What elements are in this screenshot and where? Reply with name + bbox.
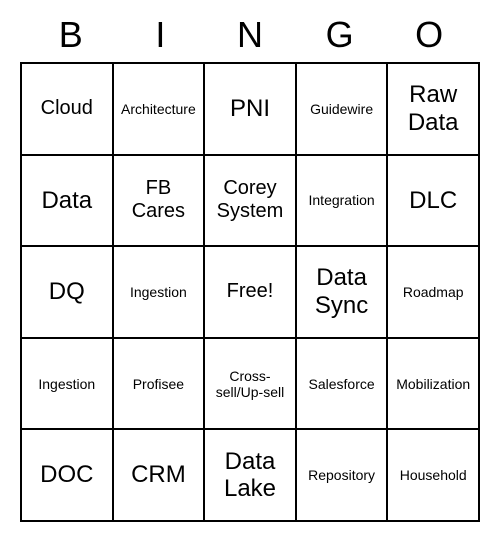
bingo-cell[interactable]: Cloud — [21, 63, 113, 155]
bingo-cell[interactable]: Ingestion — [21, 338, 113, 430]
bingo-cell[interactable]: Guidewire — [296, 63, 388, 155]
bingo-cell[interactable]: Ingestion — [113, 246, 205, 338]
bingo-cell[interactable]: Repository — [296, 429, 388, 521]
bingo-cell[interactable]: Salesforce — [296, 338, 388, 430]
bingo-cell[interactable]: Corey System — [204, 155, 296, 247]
bingo-cell[interactable]: Cross-sell/Up-sell — [204, 338, 296, 430]
header-letter-o: O — [384, 14, 474, 56]
bingo-cell[interactable]: Household — [387, 429, 479, 521]
header-letter-g: G — [295, 14, 385, 56]
bingo-cell[interactable]: DQ — [21, 246, 113, 338]
bingo-cell[interactable]: FB Cares — [113, 155, 205, 247]
bingo-cell[interactable]: DLC — [387, 155, 479, 247]
header-letter-b: B — [26, 14, 116, 56]
bingo-header: B I N G O — [20, 14, 480, 56]
header-letter-n: N — [205, 14, 295, 56]
bingo-cell[interactable]: Raw Data — [387, 63, 479, 155]
bingo-cell[interactable]: CRM — [113, 429, 205, 521]
bingo-grid: Cloud Architecture PNI Guidewire Raw Dat… — [20, 62, 480, 522]
bingo-cell[interactable]: Profisee — [113, 338, 205, 430]
bingo-cell[interactable]: Architecture — [113, 63, 205, 155]
bingo-cell[interactable]: DOC — [21, 429, 113, 521]
bingo-cell[interactable]: Roadmap — [387, 246, 479, 338]
header-letter-i: I — [116, 14, 206, 56]
bingo-cell[interactable]: Data — [21, 155, 113, 247]
bingo-cell[interactable]: Integration — [296, 155, 388, 247]
bingo-cell[interactable]: PNI — [204, 63, 296, 155]
bingo-cell[interactable]: Data Lake — [204, 429, 296, 521]
bingo-cell[interactable]: Data Sync — [296, 246, 388, 338]
bingo-cell[interactable]: Mobilization — [387, 338, 479, 430]
bingo-cell-free[interactable]: Free! — [204, 246, 296, 338]
